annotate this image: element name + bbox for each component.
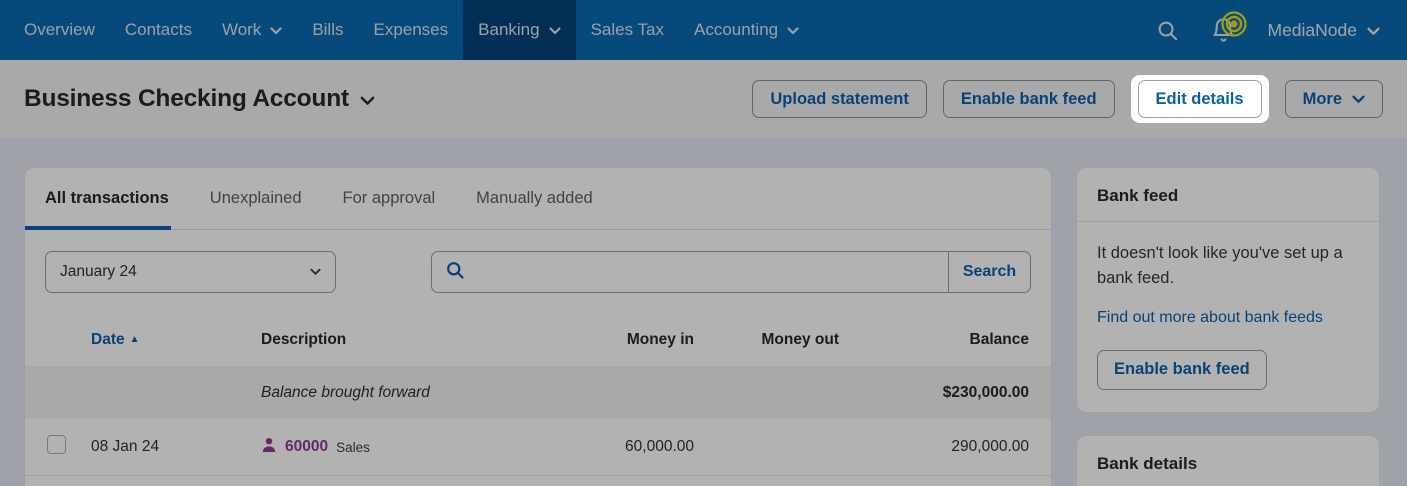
- search-input[interactable]: [474, 263, 935, 281]
- tutorial-spotlight: Edit details: [1130, 75, 1269, 123]
- search-button[interactable]: Search: [948, 252, 1030, 292]
- header-actions: Upload statement Enable bank feed Edit d…: [752, 75, 1383, 123]
- notifications-bell-icon[interactable]: [1210, 10, 1247, 44]
- balance-forward-label: Balance brought forward: [261, 383, 430, 401]
- upload-statement-button[interactable]: Upload statement: [752, 80, 927, 118]
- nav-item-contacts[interactable]: Contacts: [110, 0, 207, 60]
- search-icon: [445, 260, 465, 285]
- money-out-column-header: Money out: [761, 331, 840, 348]
- edit-details-button[interactable]: Edit details: [1137, 80, 1262, 118]
- nav-item-work[interactable]: Work: [207, 0, 297, 60]
- chevron-down-icon: [1352, 90, 1365, 109]
- period-select[interactable]: January 24: [45, 251, 336, 293]
- more-button[interactable]: More: [1284, 80, 1383, 118]
- search-icon[interactable]: [1156, 19, 1179, 42]
- row-checkbox[interactable]: [47, 435, 66, 454]
- enable-bank-feed-button[interactable]: Enable bank feed: [942, 80, 1115, 118]
- transaction-date: 08 Jan 24: [91, 438, 160, 455]
- nav-item-accounting[interactable]: Accounting: [679, 0, 814, 60]
- person-icon: [261, 437, 277, 458]
- tab-manually-added[interactable]: Manually added: [476, 168, 593, 229]
- sort-ascending-icon: ▲: [129, 334, 140, 345]
- transactions-tabs: All transactions Unexplained For approva…: [25, 168, 1051, 230]
- bank-feed-card: Bank feed It doesn't look like you've se…: [1076, 167, 1380, 413]
- nav-item-bills[interactable]: Bills: [297, 0, 358, 60]
- money-in-amount: 60,000.00: [625, 438, 694, 455]
- sidebar: Bank feed It doesn't look like you've se…: [1076, 167, 1380, 486]
- tab-for-approval[interactable]: For approval: [343, 168, 436, 229]
- chevron-down-icon: [548, 20, 561, 40]
- table-header-row: Date ▲ Description Money in Money out Ba…: [25, 314, 1051, 366]
- search-group: Search: [431, 251, 1031, 293]
- bank-feed-card-title: Bank feed: [1077, 168, 1379, 222]
- sidebar-enable-bank-feed-button[interactable]: Enable bank feed: [1097, 349, 1267, 390]
- search-field: [432, 252, 948, 292]
- nav-item-banking[interactable]: Banking: [463, 0, 576, 60]
- bank-feed-message: It doesn't look like you've set up a ban…: [1097, 244, 1343, 287]
- tab-all-transactions[interactable]: All transactions: [25, 168, 171, 230]
- balance-amount: 290,000.00: [951, 438, 1029, 455]
- page-header: Business Checking Account Upload stateme…: [0, 60, 1407, 138]
- filter-row: January 24 Search: [25, 230, 1051, 314]
- nav-item-overview[interactable]: Overview: [9, 0, 110, 60]
- page-title: Business Checking Account: [24, 85, 349, 112]
- chevron-down-icon: [1367, 20, 1380, 41]
- balance-brought-forward-row: Balance brought forward $230,000.00: [25, 366, 1051, 419]
- balance-column-header: Balance: [969, 331, 1029, 348]
- next-row-partial: [25, 476, 1051, 486]
- date-column-sort[interactable]: Date ▲: [91, 331, 231, 349]
- transaction-row: 08 Jan 24 60000 Sales 60,000.00 290,000.…: [25, 419, 1051, 476]
- bank-details-card-title: Bank details: [1077, 436, 1379, 486]
- top-navbar: Overview Contacts Work Bills Expenses Ba…: [0, 0, 1407, 60]
- chevron-down-icon: [310, 263, 321, 281]
- tab-unexplained[interactable]: Unexplained: [210, 168, 302, 229]
- transactions-card: All transactions Unexplained For approva…: [24, 167, 1052, 486]
- notification-pulse-badge-icon: [1219, 9, 1249, 44]
- description-column-header: Description: [261, 331, 347, 348]
- balance-forward-amount: $230,000.00: [942, 383, 1029, 401]
- nav-item-expenses[interactable]: Expenses: [358, 0, 463, 60]
- main-content: All transactions Unexplained For approva…: [0, 138, 1407, 486]
- chevron-down-icon: [787, 20, 799, 40]
- contact-code-link[interactable]: 60000: [285, 438, 328, 456]
- account-menu[interactable]: MediaNode: [1268, 20, 1381, 41]
- money-in-column-header: Money in: [626, 331, 694, 348]
- nav-item-sales-tax[interactable]: Sales Tax: [576, 0, 679, 60]
- account-title-dropdown[interactable]: Business Checking Account: [24, 85, 375, 113]
- transaction-description: Sales: [336, 439, 370, 455]
- bank-details-card: Bank details: [1076, 434, 1380, 486]
- chevron-down-icon: [360, 85, 375, 113]
- chevron-down-icon: [270, 20, 282, 40]
- nav-right-group: MediaNode: [1156, 10, 1407, 44]
- bank-feeds-info-link[interactable]: Find out more about bank feeds: [1097, 306, 1323, 330]
